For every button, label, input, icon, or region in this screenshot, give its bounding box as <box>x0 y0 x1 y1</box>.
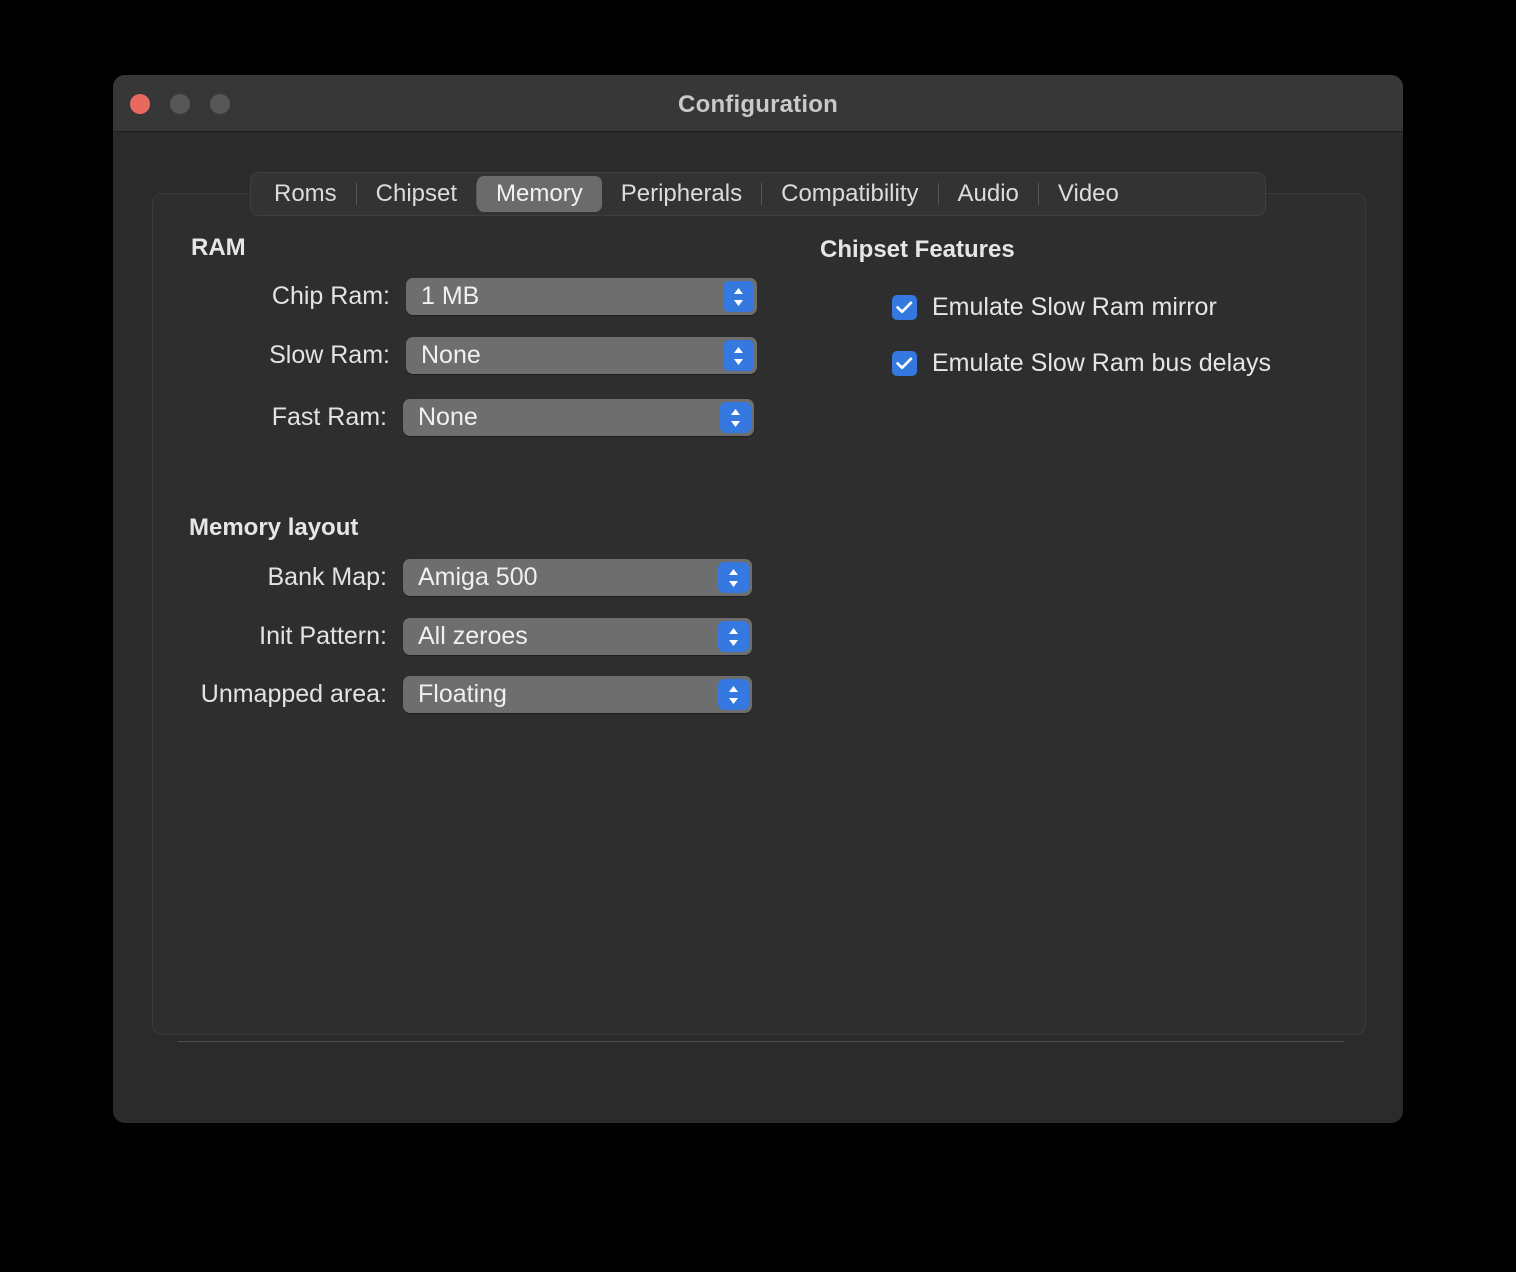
init-pattern-label: Init Pattern: <box>259 622 387 650</box>
footer-divider <box>178 1041 1344 1042</box>
bank-map-dropdown[interactable]: Amiga 500 <box>403 559 752 596</box>
chevron-up-down-icon[interactable] <box>723 340 754 371</box>
init-pattern-dropdown[interactable]: All zeroes <box>403 618 752 655</box>
tab-memory[interactable]: Memory <box>477 176 602 212</box>
chevron-up-down-icon[interactable] <box>718 562 749 593</box>
chevron-up-down-icon[interactable] <box>723 281 754 312</box>
window-titlebar: Configuration <box>113 75 1403 132</box>
tab-compatibility[interactable]: Compatibility <box>762 176 937 212</box>
emulate-slow-ram-bus-delays-row[interactable]: Emulate Slow Ram bus delays <box>892 349 1271 378</box>
tab-roms[interactable]: Roms <box>255 176 356 212</box>
configuration-window: Configuration Roms Chipset Memory Periph… <box>113 75 1403 1123</box>
tab-chipset[interactable]: Chipset <box>357 176 476 212</box>
memory-layout-group-title: Memory layout <box>189 514 359 541</box>
tab-peripherals[interactable]: Peripherals <box>602 176 761 212</box>
bank-map-row: Bank Map: Amiga 500 <box>153 559 763 596</box>
memory-settings-panel: RAM Chip Ram: 1 MB Slow Ram: None Fast R… <box>152 193 1366 1042</box>
init-pattern-value: All zeroes <box>418 622 528 650</box>
chip-ram-dropdown[interactable]: 1 MB <box>406 278 757 315</box>
chevron-up-down-icon[interactable] <box>720 402 751 433</box>
chevron-up-down-icon[interactable] <box>718 679 749 710</box>
fast-ram-label: Fast Ram: <box>271 403 387 431</box>
fast-ram-dropdown[interactable]: None <box>403 399 754 436</box>
fast-ram-row: Fast Ram: None <box>153 399 763 436</box>
emulate-slow-ram-bus-delays-label: Emulate Slow Ram bus delays <box>932 349 1272 377</box>
tab-bar: Roms Chipset Memory Peripherals Compatib… <box>250 172 1266 216</box>
tab-video[interactable]: Video <box>1039 176 1138 212</box>
unmapped-area-dropdown[interactable]: Floating <box>403 676 752 713</box>
slow-ram-value: None <box>421 341 481 369</box>
chip-ram-row: Chip Ram: 1 MB <box>153 278 763 315</box>
init-pattern-row: Init Pattern: All zeroes <box>153 618 763 655</box>
chevron-up-down-icon[interactable] <box>718 621 749 652</box>
checkbox-checked-icon[interactable] <box>892 351 917 376</box>
emulate-slow-ram-mirror-label: Emulate Slow Ram mirror <box>932 293 1217 321</box>
slow-ram-row: Slow Ram: None <box>153 337 763 374</box>
unmapped-area-label: Unmapped area: <box>200 680 387 708</box>
tab-audio[interactable]: Audio <box>939 176 1038 212</box>
bank-map-label: Bank Map: <box>267 563 387 591</box>
unmapped-area-row: Unmapped area: Floating <box>153 676 763 713</box>
chip-ram-label: Chip Ram: <box>271 282 390 310</box>
unmapped-area-value: Floating <box>418 680 507 708</box>
chipset-features-group-title: Chipset Features <box>820 236 1015 263</box>
checkbox-checked-icon[interactable] <box>892 295 917 320</box>
window-title: Configuration <box>678 91 838 118</box>
slow-ram-dropdown[interactable]: None <box>406 337 757 374</box>
fast-ram-value: None <box>418 403 478 431</box>
slow-ram-label: Slow Ram: <box>269 341 390 369</box>
chip-ram-value: 1 MB <box>421 282 480 310</box>
ram-group-title: RAM <box>191 234 246 261</box>
emulate-slow-ram-mirror-row[interactable]: Emulate Slow Ram mirror <box>892 293 1217 322</box>
bank-map-value: Amiga 500 <box>418 563 538 591</box>
